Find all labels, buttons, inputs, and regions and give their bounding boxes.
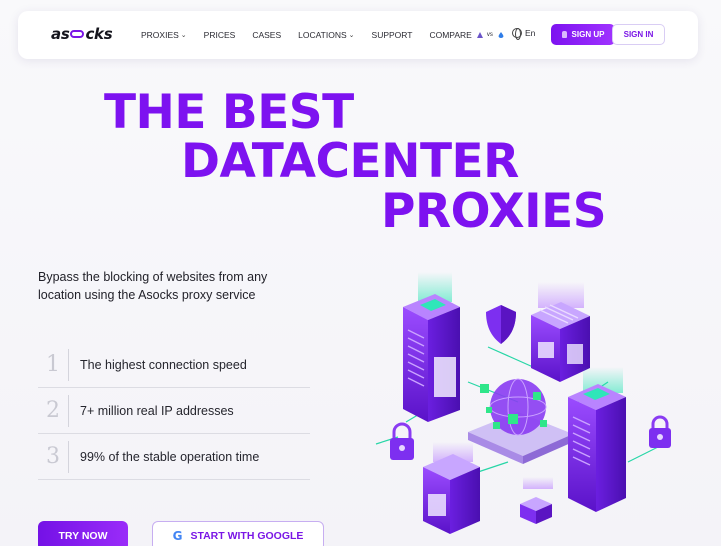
page: as cks PROXIES ⌄ PRICES CASES LOCATIONS ⌄… — [0, 0, 721, 546]
server-rack-top-right — [531, 282, 590, 382]
start-with-google-label: START WITH GOOGLE — [190, 530, 304, 542]
versus-label: vs — [486, 32, 493, 38]
feature-number: 3 — [46, 444, 60, 469]
feature-divider — [68, 348, 69, 381]
server-rack-right — [568, 367, 626, 512]
feature-item: 3 99% of the stable operation time — [38, 434, 310, 480]
logo-pill-icon — [70, 30, 85, 38]
hero-title-line-2: DATACENTER — [181, 134, 519, 189]
server-rack-left — [403, 272, 460, 422]
brand-logo[interactable]: as cks — [51, 25, 113, 43]
feature-item: 1 The highest connection speed — [38, 342, 310, 388]
try-now-button[interactable]: TRY NOW — [38, 521, 128, 546]
chevron-down-icon: ⌄ — [180, 32, 187, 39]
menu-item-label: PRICES — [203, 30, 236, 40]
menu-item-compare[interactable]: COMPARE vs — [429, 30, 504, 40]
logo-text-right: cks — [85, 25, 113, 43]
triangle-logo-icon — [476, 32, 483, 38]
menu-item-label: PROXIES — [141, 30, 179, 40]
feature-item: 2 7+ million real IP addresses — [38, 388, 310, 434]
drop-logo-icon — [498, 32, 504, 38]
menu-item-label: COMPARE — [429, 30, 472, 40]
menu-item-prices[interactable]: PRICES — [204, 30, 236, 40]
menu-item-support[interactable]: SUPPORT — [372, 30, 413, 40]
chevron-down-icon: ⌄ — [348, 32, 355, 39]
globe-icon — [512, 28, 522, 40]
globe-platform — [468, 378, 573, 464]
menu-item-proxies[interactable]: PROXIES ⌄ — [141, 30, 187, 40]
user-icon — [561, 31, 567, 38]
feature-text: 7+ million real IP addresses — [80, 403, 234, 418]
language-selector[interactable]: En — [512, 28, 536, 40]
feature-number: 1 — [46, 352, 60, 377]
hero-title-line-1: THE BEST — [104, 85, 354, 140]
feature-number: 2 — [46, 398, 60, 423]
menu-item-label: CASES — [252, 30, 282, 40]
feature-divider — [68, 440, 69, 473]
try-now-label: TRY NOW — [58, 530, 108, 542]
top-navbar: as cks PROXIES ⌄ PRICES CASES LOCATIONS ⌄… — [18, 11, 698, 59]
logo-text-left: as — [51, 25, 70, 43]
feature-text: 99% of the stable operation time — [80, 449, 260, 464]
main-menu: PROXIES ⌄ PRICES CASES LOCATIONS ⌄ SUPPO… — [141, 11, 521, 59]
lock-icon — [649, 415, 671, 448]
hero-subtitle: Bypass the blocking of websites from any… — [38, 270, 268, 302]
server-network-illustration — [375, 272, 671, 534]
sign-up-label: SIGN UP — [571, 30, 605, 39]
google-icon: G — [172, 529, 183, 543]
sign-up-button[interactable]: SIGN UP — [551, 24, 615, 45]
language-label: En — [525, 28, 536, 38]
menu-item-label: LOCATIONS — [298, 30, 347, 40]
lock-icon — [390, 422, 414, 460]
sign-in-button[interactable]: SIGN IN — [612, 24, 665, 45]
feature-divider — [68, 394, 69, 427]
start-with-google-button[interactable]: G START WITH GOOGLE — [152, 521, 324, 546]
shield-icon — [486, 305, 516, 344]
sign-in-label: SIGN IN — [623, 30, 654, 39]
server-rack-bottom — [423, 442, 480, 534]
menu-item-locations[interactable]: LOCATIONS ⌄ — [298, 30, 354, 40]
feature-text: The highest connection speed — [80, 357, 247, 372]
hero-title-line-3: PROXIES — [381, 184, 607, 239]
chip-icon — [520, 477, 553, 524]
menu-item-label: SUPPORT — [371, 30, 413, 40]
menu-item-cases[interactable]: CASES — [252, 30, 281, 40]
